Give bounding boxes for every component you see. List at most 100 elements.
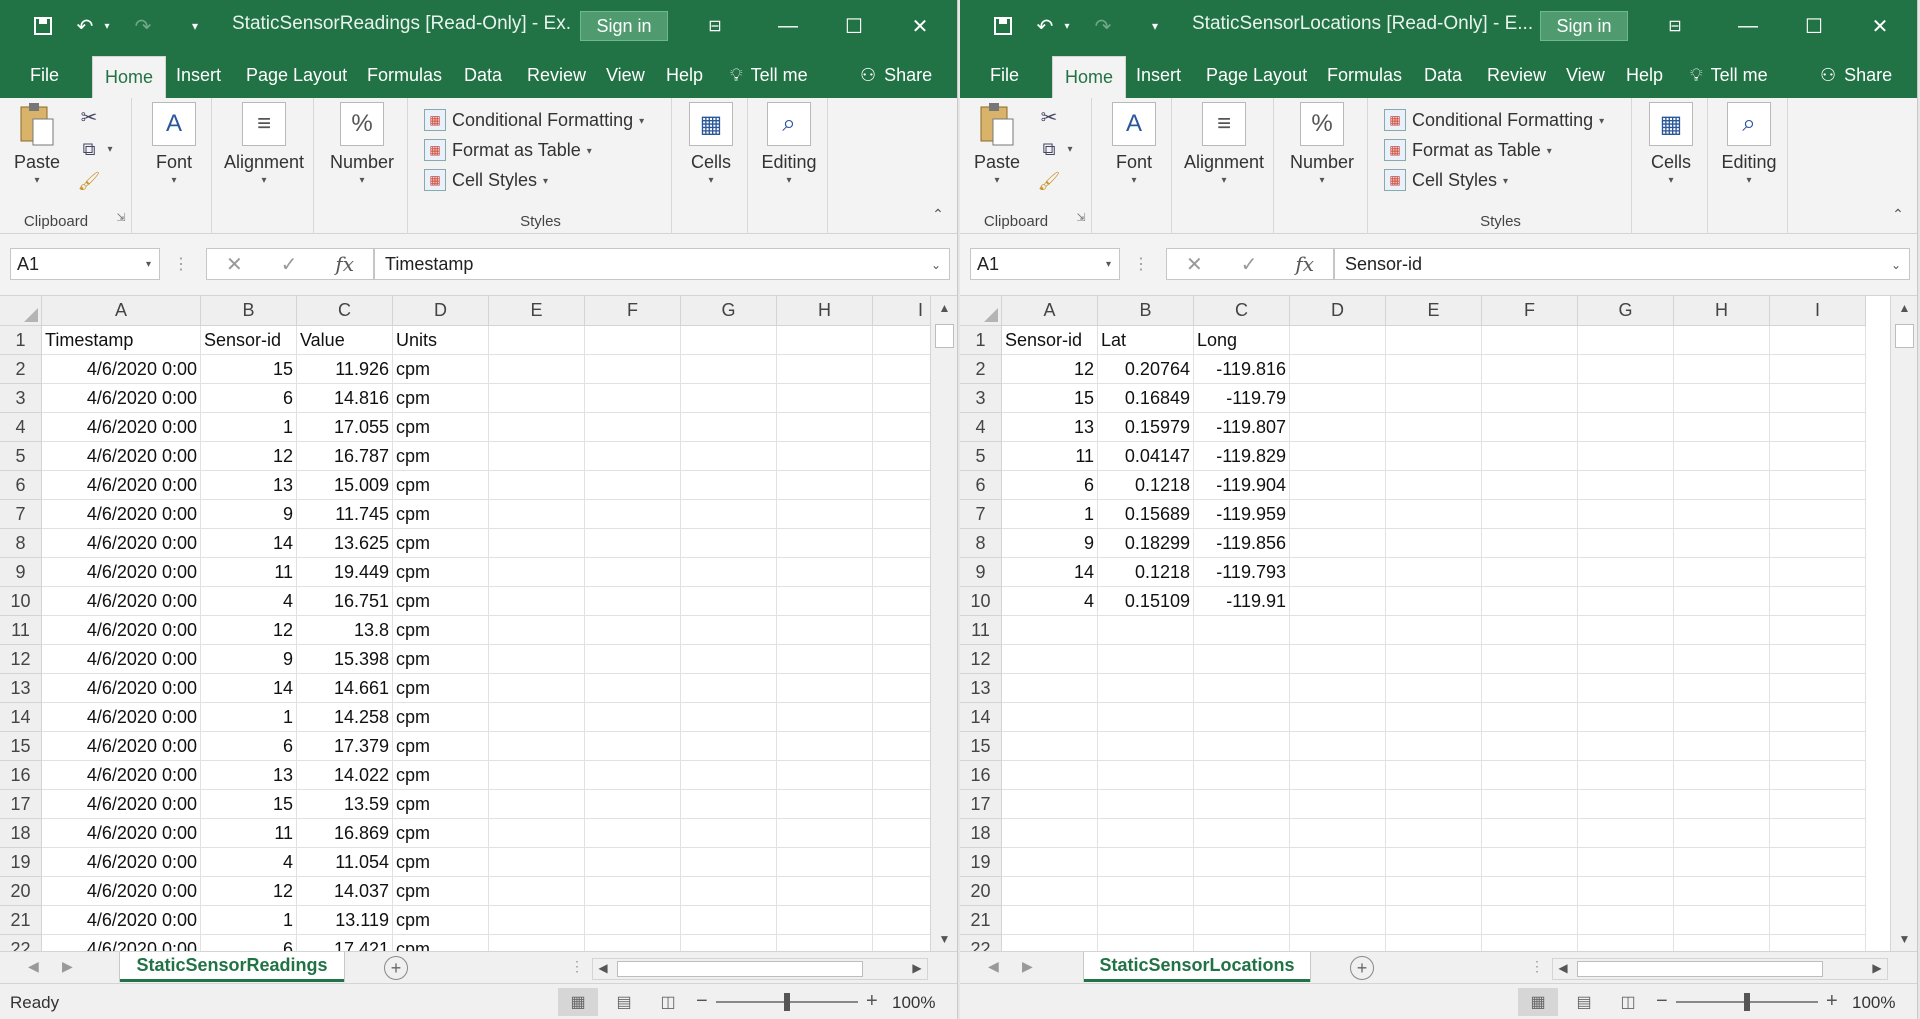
cell[interactable]: cpm <box>393 384 489 413</box>
row-header[interactable]: 14 <box>0 703 42 732</box>
cell[interactable]: 4/6/2020 0:00 <box>42 355 201 384</box>
cell[interactable]: 0.16849 <box>1098 384 1194 413</box>
cell[interactable]: 15.398 <box>297 645 393 674</box>
row-header[interactable]: 15 <box>960 732 1002 761</box>
cell[interactable] <box>1770 935 1866 951</box>
cell[interactable] <box>1482 848 1578 877</box>
cell[interactable] <box>1482 877 1578 906</box>
cell[interactable] <box>1386 877 1482 906</box>
cell[interactable] <box>1290 326 1386 355</box>
cell[interactable] <box>1578 674 1674 703</box>
scroll-down-icon[interactable]: ▼ <box>1891 927 1917 951</box>
cell[interactable] <box>1770 413 1866 442</box>
row-header[interactable]: 17 <box>960 790 1002 819</box>
row-header[interactable]: 20 <box>960 877 1002 906</box>
cell[interactable] <box>1098 877 1194 906</box>
cell[interactable] <box>1290 355 1386 384</box>
cell[interactable] <box>1386 906 1482 935</box>
redo-icon[interactable]: ↷ <box>1088 10 1118 42</box>
cell[interactable]: 4 <box>201 848 297 877</box>
cell[interactable] <box>489 558 585 587</box>
share-button[interactable]: ⚇ Share <box>860 52 932 98</box>
cell[interactable]: 9 <box>201 645 297 674</box>
cell[interactable] <box>489 413 585 442</box>
cell[interactable]: 9 <box>1002 529 1098 558</box>
cell[interactable] <box>1290 848 1386 877</box>
cell[interactable] <box>489 326 585 355</box>
cell[interactable] <box>585 761 681 790</box>
row-header[interactable]: 4 <box>960 413 1002 442</box>
cell[interactable] <box>1674 355 1770 384</box>
cell[interactable] <box>681 645 777 674</box>
page-layout-view-icon[interactable]: ▤ <box>1564 988 1604 1016</box>
cell[interactable] <box>1194 935 1290 951</box>
cell[interactable] <box>1290 500 1386 529</box>
column-header[interactable]: E <box>489 296 585 326</box>
row-header[interactable]: 22 <box>960 935 1002 951</box>
column-header[interactable]: G <box>1578 296 1674 326</box>
cell[interactable] <box>777 732 873 761</box>
page-layout-view-icon[interactable]: ▤ <box>604 988 644 1016</box>
name-box[interactable]: A1 ▾ <box>10 248 160 280</box>
cell[interactable] <box>585 732 681 761</box>
scroll-thumb[interactable] <box>1895 324 1914 348</box>
cell[interactable]: 4/6/2020 0:00 <box>42 500 201 529</box>
cell[interactable] <box>1002 790 1098 819</box>
cell[interactable]: cpm <box>393 558 489 587</box>
cell[interactable] <box>681 326 777 355</box>
save-icon[interactable] <box>988 10 1018 42</box>
row-header[interactable]: 19 <box>0 848 42 877</box>
tell-me-search[interactable]: 💡︎ Tell me <box>1690 52 1768 98</box>
cell[interactable]: 14.816 <box>297 384 393 413</box>
cell[interactable] <box>1290 674 1386 703</box>
ribbon-display-options-icon[interactable]: ⊟ <box>698 10 732 42</box>
cell[interactable] <box>1770 587 1866 616</box>
tell-me-search[interactable]: 💡︎ Tell me <box>730 52 808 98</box>
column-header[interactable]: H <box>777 296 873 326</box>
cell[interactable] <box>1482 761 1578 790</box>
cell[interactable] <box>1578 587 1674 616</box>
cell[interactable] <box>777 761 873 790</box>
cell[interactable] <box>1290 645 1386 674</box>
cell[interactable] <box>681 384 777 413</box>
cell[interactable] <box>1578 471 1674 500</box>
cell[interactable]: cpm <box>393 355 489 384</box>
number-button[interactable]: % Number ▾ <box>316 102 408 186</box>
name-box[interactable]: A1 ▾ <box>970 248 1120 280</box>
cell[interactable]: 4 <box>1002 587 1098 616</box>
cell[interactable] <box>1770 819 1866 848</box>
cell[interactable] <box>1674 326 1770 355</box>
collapse-ribbon-icon[interactable]: ⌃ <box>928 204 948 224</box>
spreadsheet-grid[interactable]: A B C D E F G H I 1 Sensor-id Lat Long 2 12 0.20764 -119… <box>960 296 1917 951</box>
editing-button[interactable]: ⌕ Editing ▾ <box>750 102 828 186</box>
cell[interactable] <box>1482 587 1578 616</box>
cell[interactable] <box>489 761 585 790</box>
customize-toolbar-icon[interactable]: ▾ <box>1146 10 1164 42</box>
cell[interactable] <box>585 877 681 906</box>
tab-home[interactable]: Home <box>1052 56 1127 98</box>
cell[interactable] <box>1770 790 1866 819</box>
cell[interactable] <box>1002 935 1098 951</box>
redo-icon[interactable]: ↷ <box>128 10 158 42</box>
cell[interactable]: 0.18299 <box>1098 529 1194 558</box>
cell[interactable] <box>681 616 777 645</box>
sign-in-button[interactable]: Sign in <box>580 11 668 41</box>
cell[interactable] <box>585 500 681 529</box>
row-header[interactable]: 6 <box>960 471 1002 500</box>
cell[interactable] <box>1098 790 1194 819</box>
cell[interactable] <box>1386 703 1482 732</box>
cell[interactable] <box>681 790 777 819</box>
row-header[interactable]: 11 <box>960 616 1002 645</box>
cell[interactable] <box>585 935 681 951</box>
scroll-left-icon[interactable]: ◀ <box>593 961 613 975</box>
row-header[interactable]: 6 <box>0 471 42 500</box>
cell[interactable] <box>1290 703 1386 732</box>
cell[interactable] <box>777 529 873 558</box>
cell[interactable]: 4/6/2020 0:00 <box>42 384 201 413</box>
scroll-thumb[interactable] <box>935 324 954 348</box>
horizontal-scroll-thumb[interactable] <box>1577 961 1823 977</box>
cell[interactable] <box>489 732 585 761</box>
enter-icon[interactable]: ✓ <box>281 252 298 277</box>
column-header[interactable]: A <box>42 296 201 326</box>
cell[interactable]: 4/6/2020 0:00 <box>42 761 201 790</box>
